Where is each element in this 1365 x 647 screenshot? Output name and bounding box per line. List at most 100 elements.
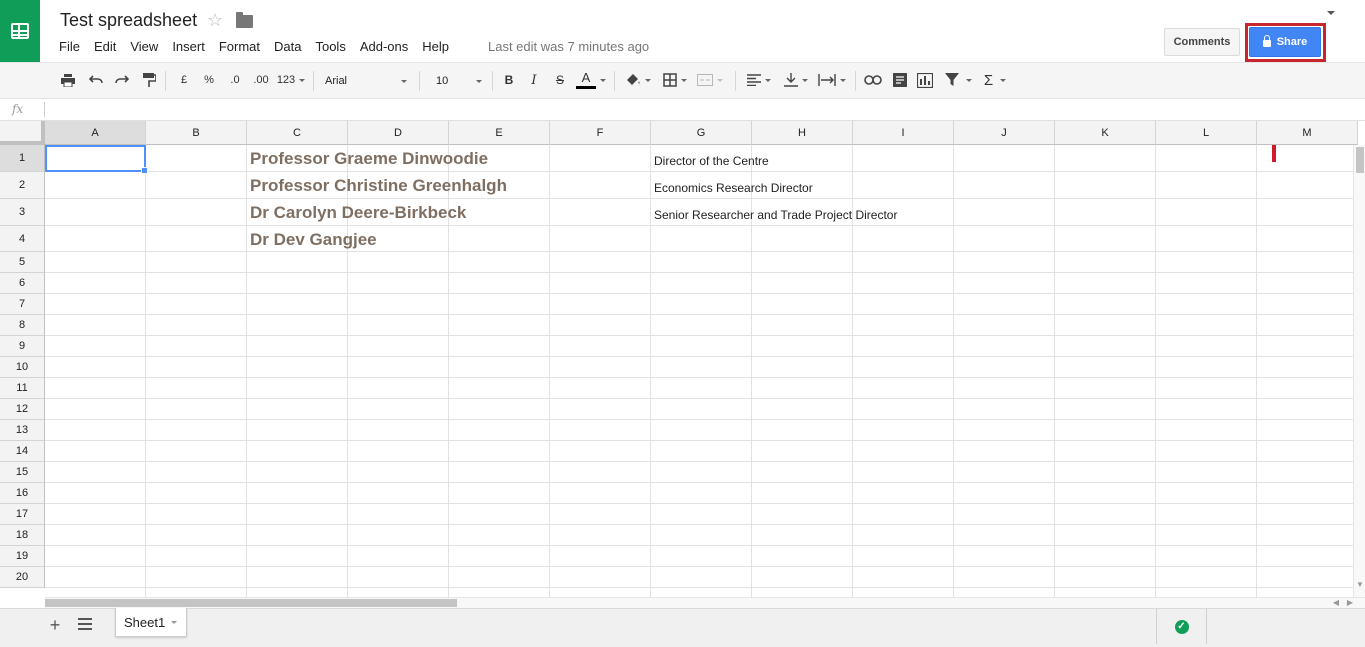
column-header-f[interactable]: F: [550, 121, 651, 145]
column-header-i[interactable]: I: [853, 121, 954, 145]
menu-file[interactable]: File: [52, 38, 87, 55]
formula-input[interactable]: [44, 102, 1344, 117]
vertical-align-button[interactable]: [780, 69, 812, 91]
row-header-17[interactable]: 17: [0, 504, 45, 525]
sheet-tab-menu-icon[interactable]: [171, 620, 178, 624]
column-header-b[interactable]: B: [146, 121, 247, 145]
row-header-6[interactable]: 6: [0, 273, 45, 294]
row-header-4[interactable]: 4: [0, 226, 45, 252]
column-header-k[interactable]: K: [1055, 121, 1156, 145]
row-header-7[interactable]: 7: [0, 294, 45, 315]
row-header-12[interactable]: 12: [0, 399, 45, 420]
save-status-box[interactable]: ✓: [1156, 609, 1207, 644]
column-header-h[interactable]: H: [752, 121, 853, 145]
cell-c3[interactable]: Dr Carolyn Deere-Birkbeck: [250, 203, 466, 223]
insert-comment-icon[interactable]: [889, 69, 911, 91]
vertical-scrollbar[interactable]: ▼: [1353, 145, 1365, 597]
row-header-5[interactable]: 5: [0, 252, 45, 273]
cell-g1[interactable]: Director of the Centre: [654, 154, 769, 168]
more-formats-button[interactable]: 123: [276, 69, 306, 91]
column-header-j[interactable]: J: [954, 121, 1055, 145]
column-header-d[interactable]: D: [348, 121, 449, 145]
scroll-down-icon[interactable]: ▼: [1356, 580, 1364, 589]
column-header-g[interactable]: G: [651, 121, 752, 145]
scroll-right-icon[interactable]: ▶: [1347, 598, 1353, 607]
menu-insert[interactable]: Insert: [165, 38, 212, 55]
sheets-logo-icon[interactable]: [0, 0, 40, 62]
merge-cells-button[interactable]: [694, 69, 726, 91]
horizontal-align-button[interactable]: [743, 69, 775, 91]
horizontal-scroll-thumb[interactable]: [45, 599, 457, 607]
sheet-grid[interactable]: A B C D E F G H I J K L M 1 2 3 4 5 6 7 …: [0, 121, 1365, 597]
menu-data[interactable]: Data: [267, 38, 308, 55]
menu-help[interactable]: Help: [415, 38, 456, 55]
cell-g2[interactable]: Economics Research Director: [654, 181, 813, 195]
menu-view[interactable]: View: [123, 38, 165, 55]
text-color-button[interactable]: A: [575, 69, 607, 91]
row-header-9[interactable]: 9: [0, 336, 45, 357]
document-title[interactable]: Test spreadsheet: [60, 10, 197, 31]
menu-tools[interactable]: Tools: [308, 38, 352, 55]
vertical-scroll-thumb[interactable]: [1356, 147, 1364, 173]
row-header-19[interactable]: 19: [0, 546, 45, 567]
horizontal-scrollbar[interactable]: ◀ ▶: [45, 597, 1365, 608]
cell-c4[interactable]: Dr Dev Gangjee: [250, 230, 377, 250]
increase-decimals-button[interactable]: .00: [249, 69, 273, 91]
cell-g3[interactable]: Senior Researcher and Trade Project Dire…: [654, 208, 897, 222]
star-icon[interactable]: ☆: [207, 10, 223, 31]
row-header-16[interactable]: 16: [0, 483, 45, 504]
print-icon[interactable]: [58, 69, 78, 91]
select-all-corner[interactable]: [0, 121, 45, 145]
redo-icon[interactable]: [112, 69, 132, 91]
paint-format-icon[interactable]: [139, 69, 159, 91]
column-header-m[interactable]: M: [1257, 121, 1358, 145]
column-header-c[interactable]: C: [247, 121, 348, 145]
column-header-l[interactable]: L: [1156, 121, 1257, 145]
folder-icon[interactable]: [236, 12, 253, 28]
cell-c2[interactable]: Professor Christine Greenhalgh: [250, 176, 507, 196]
row-header-8[interactable]: 8: [0, 315, 45, 336]
column-header-a[interactable]: A: [45, 121, 146, 145]
fill-color-button[interactable]: [622, 69, 654, 91]
comments-button[interactable]: Comments: [1164, 28, 1240, 56]
font-family-select[interactable]: Arial: [325, 71, 407, 91]
filter-button[interactable]: [941, 69, 975, 91]
scroll-left-icon[interactable]: ◀: [1333, 598, 1339, 607]
borders-button[interactable]: [660, 69, 690, 91]
insert-link-icon[interactable]: [862, 69, 884, 91]
grid-line: [1155, 145, 1156, 597]
account-dropdown-icon[interactable]: [1327, 11, 1335, 15]
italic-button[interactable]: I: [525, 69, 543, 91]
last-edit-status[interactable]: Last edit was 7 minutes ago: [488, 39, 649, 54]
sheet-list-icon[interactable]: [78, 618, 92, 630]
functions-button[interactable]: Σ: [980, 69, 1010, 91]
bold-button[interactable]: B: [500, 69, 518, 91]
row-header-11[interactable]: 11: [0, 378, 45, 399]
menu-edit[interactable]: Edit: [87, 38, 123, 55]
strikethrough-button[interactable]: S: [551, 69, 569, 91]
share-button[interactable]: Share: [1249, 27, 1321, 57]
currency-format-button[interactable]: £: [175, 69, 193, 91]
row-header-10[interactable]: 10: [0, 357, 45, 378]
menu-add-ons[interactable]: Add-ons: [353, 38, 415, 55]
row-header-3[interactable]: 3: [0, 199, 45, 226]
font-size-select[interactable]: 10: [436, 71, 482, 91]
row-header-14[interactable]: 14: [0, 441, 45, 462]
row-header-15[interactable]: 15: [0, 462, 45, 483]
row-header-18[interactable]: 18: [0, 525, 45, 546]
insert-chart-icon[interactable]: [914, 69, 936, 91]
percent-format-button[interactable]: %: [200, 69, 218, 91]
text-wrapping-button[interactable]: [815, 69, 849, 91]
undo-icon[interactable]: [86, 69, 106, 91]
row-header-20[interactable]: 20: [0, 567, 45, 588]
selected-cell-a1[interactable]: [45, 145, 148, 174]
row-header-13[interactable]: 13: [0, 420, 45, 441]
cell-c1[interactable]: Professor Graeme Dinwoodie: [250, 149, 488, 169]
row-header-1[interactable]: 1: [0, 145, 45, 172]
row-header-2[interactable]: 2: [0, 172, 45, 199]
decrease-decimals-button[interactable]: .0: [224, 69, 246, 91]
column-header-e[interactable]: E: [449, 121, 550, 145]
menu-format[interactable]: Format: [212, 38, 267, 55]
sheet-tab-sheet1[interactable]: Sheet1: [115, 608, 187, 637]
add-sheet-button[interactable]: +: [46, 615, 64, 635]
